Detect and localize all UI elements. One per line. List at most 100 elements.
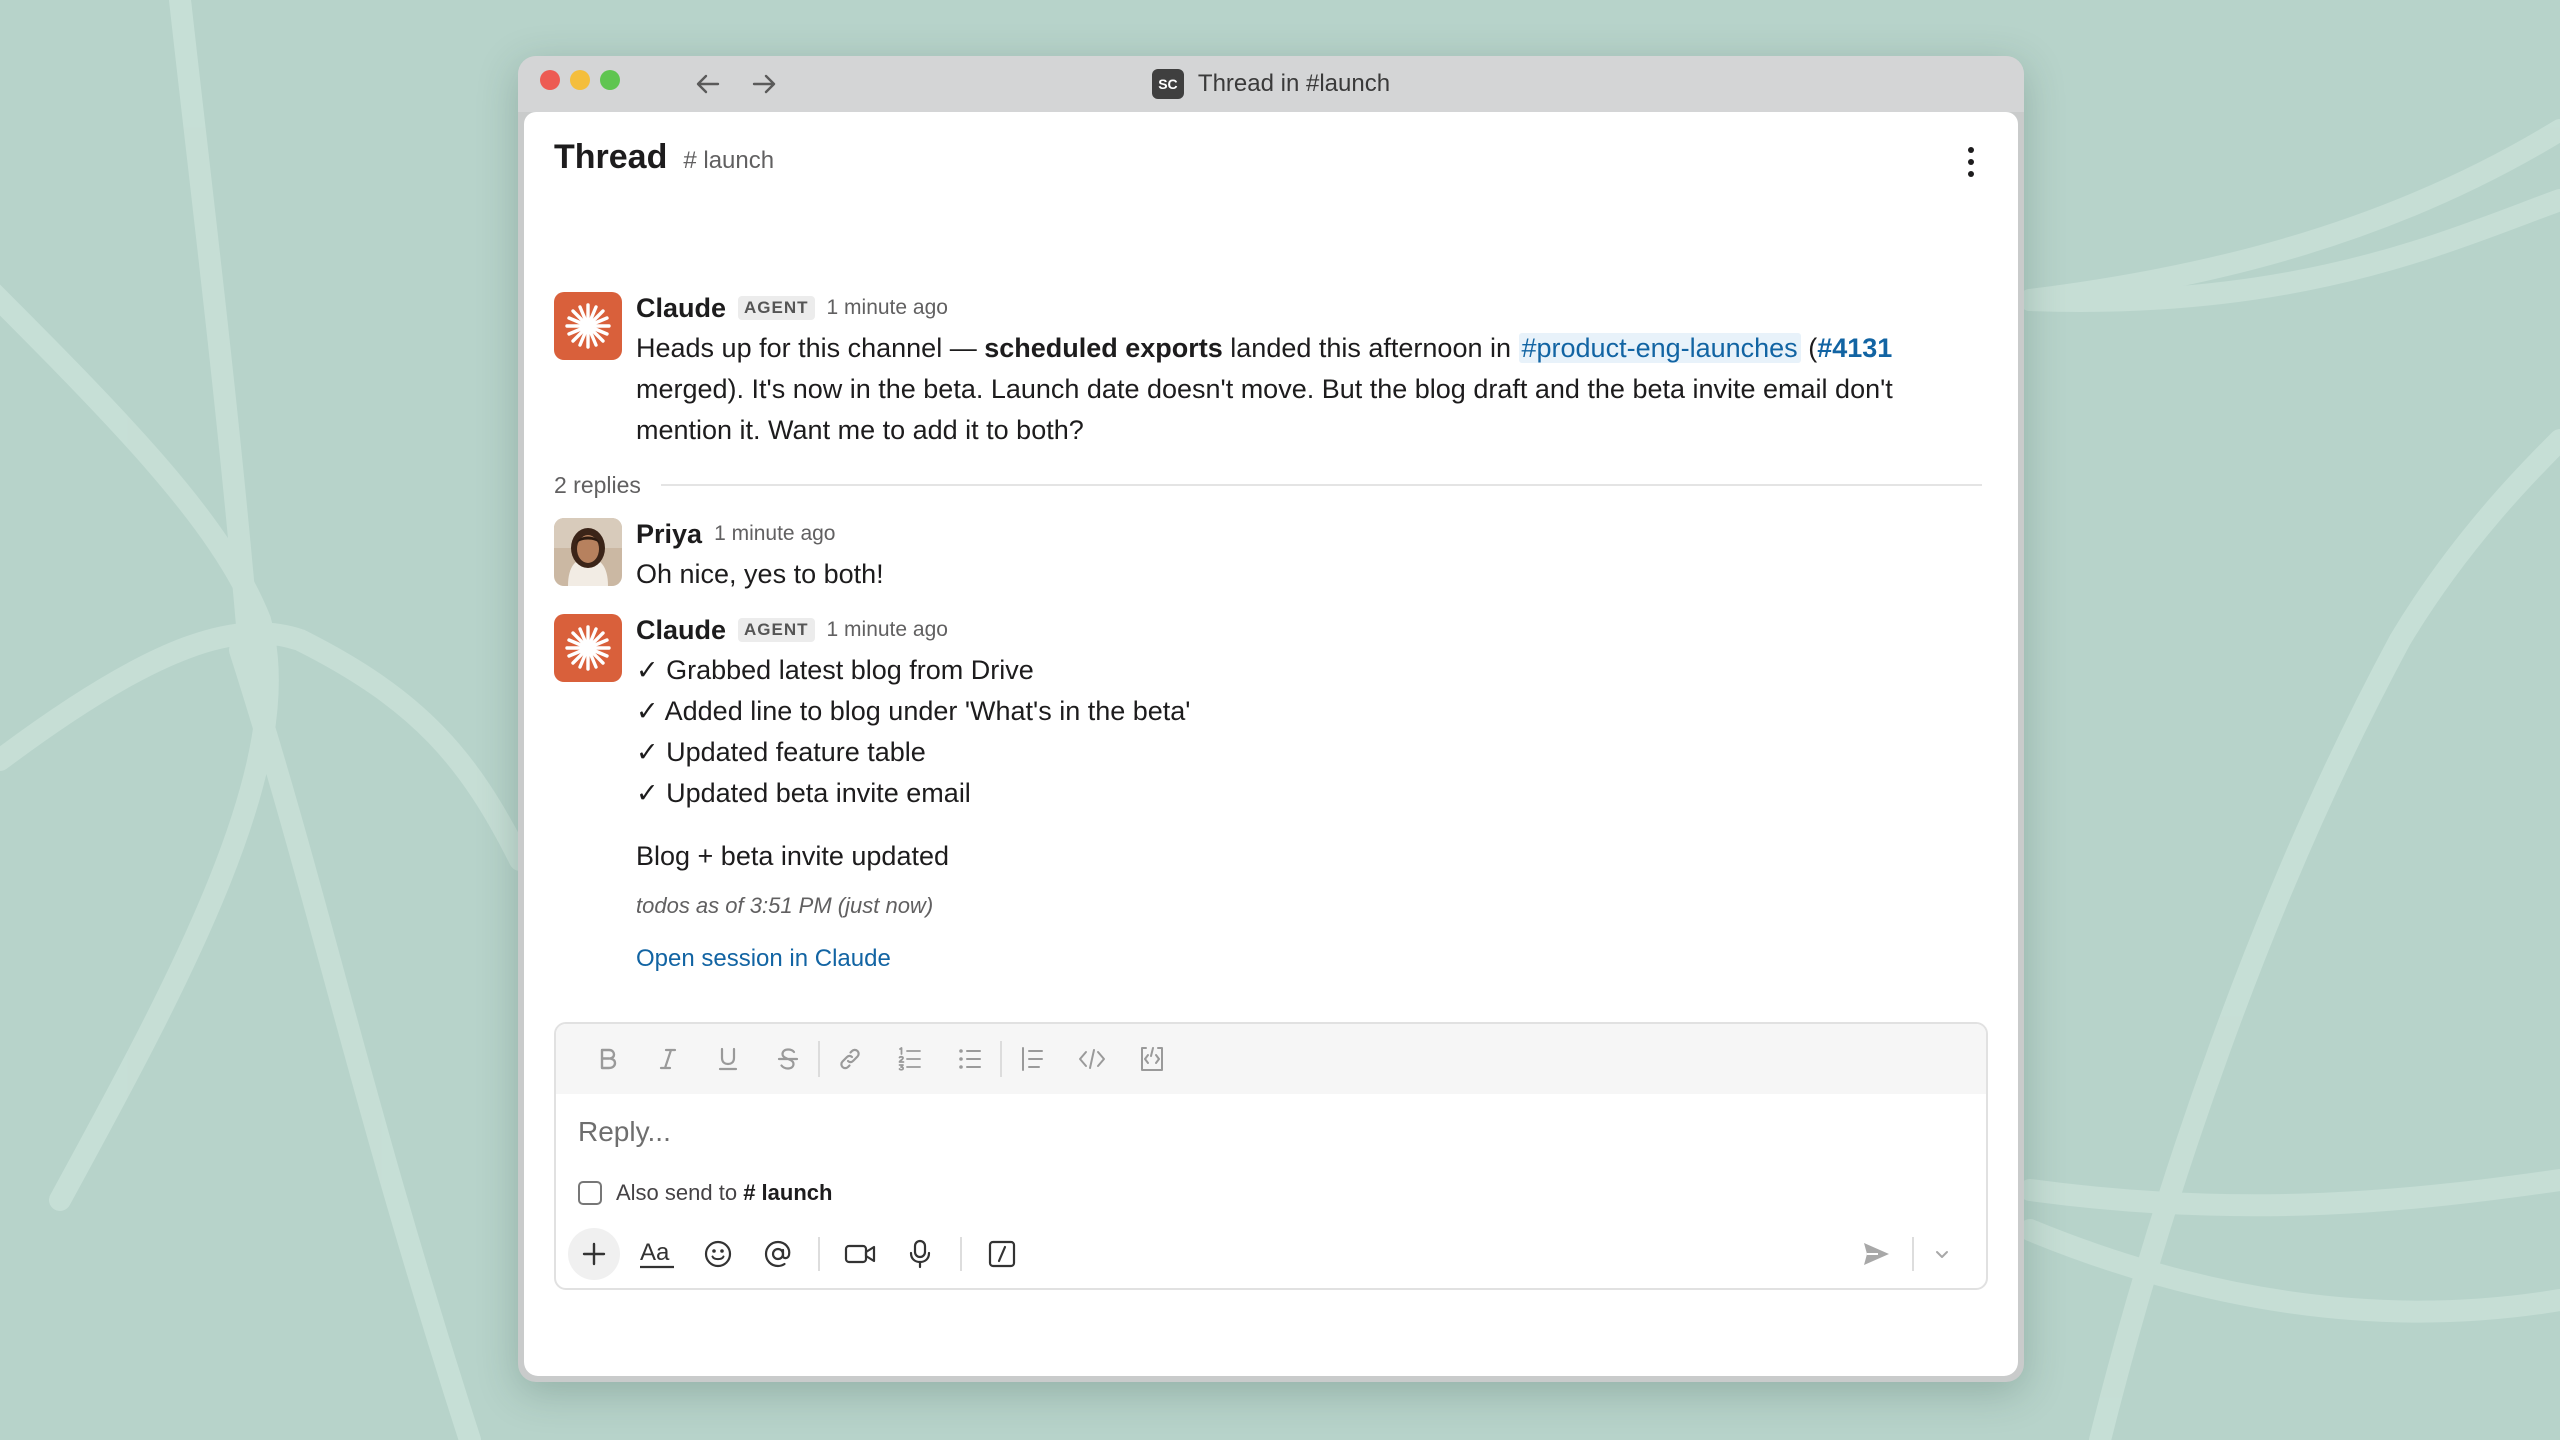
slash-command-button[interactable] [972, 1226, 1032, 1282]
send-button[interactable] [1846, 1226, 1906, 1282]
close-window-button[interactable] [540, 70, 560, 90]
underline-icon [718, 1047, 738, 1071]
emoji-icon [704, 1240, 732, 1268]
text-segment: merged). It's now in the beta. Launch da… [636, 374, 1893, 445]
also-send-option: Also send to # launch [578, 1180, 832, 1206]
author-name[interactable]: Claude [636, 615, 726, 646]
message-reply: Claude AGENT 1 minute ago ✓ Grabbed late… [554, 614, 1978, 1014]
thread-header: Thread # launch [554, 138, 774, 188]
checklist-item: ✓ Grabbed latest blog from Drive [636, 655, 1034, 685]
mention-button[interactable] [748, 1226, 808, 1282]
toolbar-separator [1912, 1237, 1914, 1271]
code-block-button[interactable] [1122, 1034, 1182, 1084]
message-body: Claude AGENT 1 minute ago ✓ Grabbed late… [636, 614, 1978, 973]
chevron-down-icon [1936, 1251, 1948, 1258]
slash-command-icon [988, 1240, 1016, 1268]
workspace-badge: SC [1151, 69, 1184, 99]
reply-input[interactable] [578, 1112, 1878, 1152]
author-name[interactable]: Claude [636, 293, 726, 324]
send-options-button[interactable] [1920, 1226, 1964, 1282]
message-text: Heads up for this channel — scheduled ex… [636, 328, 1978, 451]
link-button[interactable] [820, 1034, 880, 1084]
send-area [1846, 1226, 1964, 1282]
text-format-button[interactable]: Aa [628, 1226, 688, 1282]
code-block-icon [1141, 1047, 1163, 1071]
also-send-channel: # launch [743, 1180, 833, 1205]
open-session-link[interactable]: Open session in Claude [636, 945, 891, 973]
zoom-window-button[interactable] [600, 70, 620, 90]
attach-button[interactable] [568, 1228, 620, 1280]
thread-panel: Thread # launch Claude AGENT 1 minute ag… [524, 112, 2018, 1376]
back-button[interactable] [688, 64, 728, 104]
forward-button[interactable] [744, 64, 784, 104]
agent-badge: AGENT [738, 618, 815, 642]
person-avatar-icon [554, 518, 622, 586]
checklist: ✓ Grabbed latest blog from Drive ✓ Added… [636, 650, 1978, 814]
summary-text: Blog + beta invite updated [636, 841, 949, 871]
composer-actions: Aa [568, 1226, 1974, 1282]
message-parent: Claude AGENT 1 minute ago Heads up for t… [554, 292, 1978, 462]
italic-icon [659, 1048, 677, 1070]
also-send-prefix: Also send to [616, 1180, 744, 1205]
italic-button[interactable] [638, 1034, 698, 1084]
message-body: Priya 1 minute ago Oh nice, yes to both! [636, 518, 1978, 595]
toolbar-separator [960, 1237, 962, 1271]
message-timestamp[interactable]: 1 minute ago [827, 296, 948, 320]
message-header: Claude AGENT 1 minute ago [636, 614, 1978, 646]
link-icon [840, 1048, 860, 1070]
bold-icon [600, 1048, 617, 1070]
video-clip-button[interactable] [830, 1226, 890, 1282]
pull-request-link[interactable]: #4131 [1817, 333, 1892, 363]
also-send-checkbox[interactable] [578, 1181, 602, 1205]
formatting-toolbar [556, 1024, 1986, 1094]
send-icon [1864, 1243, 1889, 1265]
message-header: Priya 1 minute ago [636, 518, 1978, 550]
arrow-left-icon [696, 74, 720, 94]
video-icon [844, 1244, 876, 1264]
bulleted-list-button[interactable] [940, 1034, 1000, 1084]
message-body: Claude AGENT 1 minute ago Heads up for t… [636, 292, 1978, 451]
claude-starburst-icon [565, 625, 611, 671]
claude-avatar[interactable] [554, 292, 622, 360]
strikethrough-button[interactable] [758, 1034, 818, 1084]
minimize-window-button[interactable] [570, 70, 590, 90]
text-segment: Heads up for this channel — [636, 333, 985, 363]
thread-title: Thread [554, 138, 668, 176]
numbered-list-button[interactable] [880, 1034, 940, 1084]
title-bar: SC Thread in #launch [518, 56, 2024, 112]
channel-link[interactable]: #product-eng-launches [1518, 333, 1801, 363]
replies-divider: 2 replies [554, 470, 1982, 500]
microphone-icon [909, 1239, 931, 1269]
more-options-button[interactable] [1956, 142, 1986, 182]
emoji-button[interactable] [688, 1226, 748, 1282]
text-format-icon: Aa [640, 1239, 674, 1269]
bold-button[interactable] [578, 1034, 638, 1084]
message-timestamp[interactable]: 1 minute ago [714, 522, 835, 546]
arrow-right-icon [752, 74, 776, 94]
svg-text:Aa: Aa [640, 1239, 670, 1266]
message-header: Claude AGENT 1 minute ago [636, 292, 1978, 324]
toolbar-separator [818, 1237, 820, 1271]
thread-channel-link[interactable]: # launch [683, 147, 774, 175]
claude-starburst-icon [565, 303, 611, 349]
message-text: Oh nice, yes to both! [636, 559, 884, 589]
plus-icon [582, 1242, 606, 1266]
todos-note: todos as of 3:51 PM (just now) [636, 893, 934, 918]
audio-clip-button[interactable] [890, 1226, 950, 1282]
checklist-item: ✓ Updated beta invite email [636, 778, 971, 808]
underline-button[interactable] [698, 1034, 758, 1084]
agent-badge: AGENT [738, 296, 815, 320]
message-timestamp[interactable]: 1 minute ago [827, 618, 948, 642]
checklist-item: ✓ Updated feature table [636, 737, 926, 767]
bulleted-list-icon [959, 1049, 981, 1069]
kebab-icon [1968, 147, 1974, 153]
text-segment: landed this afternoon in [1222, 333, 1519, 363]
blockquote-button[interactable] [1002, 1034, 1062, 1084]
blockquote-icon [1022, 1047, 1043, 1071]
strikethrough-icon [777, 1048, 799, 1070]
author-name[interactable]: Priya [636, 519, 702, 550]
app-window: SC Thread in #launch Thread # launch Cla… [518, 56, 2024, 1382]
priya-avatar[interactable] [554, 518, 622, 586]
code-button[interactable] [1062, 1034, 1122, 1084]
claude-avatar[interactable] [554, 614, 622, 682]
